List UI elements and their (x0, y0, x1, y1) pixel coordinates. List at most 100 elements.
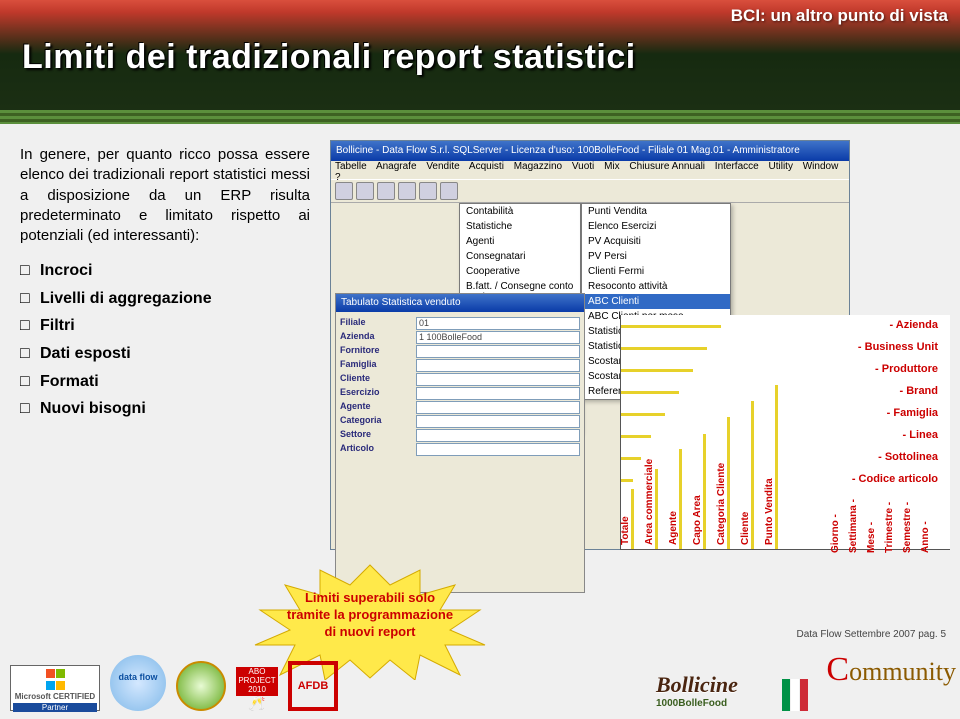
dim-y-label: - Codice articolo (852, 473, 938, 485)
dim-time-label: Trimestre - (884, 502, 895, 553)
dim-y-label: - Linea (903, 429, 938, 441)
bullet-filtri: Filtri (20, 315, 310, 337)
menuitem-consegnatari[interactable]: Consegnatari (460, 249, 580, 264)
menu-chiusure[interactable]: Chiusure Annuali (629, 161, 705, 172)
dataflow-logo: data flow (110, 655, 166, 711)
dim-x-label: Punto Vendita (764, 478, 775, 545)
dim-y-bar (621, 413, 665, 416)
toolbar-icon[interactable] (377, 182, 395, 200)
header-corner-text: BCI: un altro punto di vista (731, 6, 948, 26)
submenuitem-elenco[interactable]: Elenco Esercizi (582, 219, 730, 234)
dim-x-label: Capo Area (692, 495, 703, 545)
label-azienda: Azienda (340, 331, 412, 344)
label-settore: Settore (340, 429, 412, 442)
field-categoria[interactable] (416, 415, 580, 428)
dim-x-label: Agente (668, 511, 679, 545)
menuitem-cooperative[interactable]: Cooperative (460, 264, 580, 279)
intro-paragraph: In genere, per quanto ricco possa essere… (20, 145, 310, 246)
filter-panel: Tabulato Statistica venduto Filiale 01 Az… (335, 293, 585, 593)
toolbar-icon[interactable] (398, 182, 416, 200)
dim-time-label: Semestre - (902, 502, 913, 553)
toolbar-icon[interactable] (335, 182, 353, 200)
dim-x-bar (655, 469, 658, 549)
submenuitem-acquisiti[interactable]: PV Acquisiti (582, 234, 730, 249)
panel-title: Tabulato Statistica venduto (336, 294, 584, 312)
dim-y-bar (621, 369, 693, 372)
label-categoria: Categoria (340, 415, 412, 428)
dim-y-bar (621, 435, 651, 438)
field-agente[interactable] (416, 401, 580, 414)
bullet-dati: Dati esposti (20, 343, 310, 365)
menuitem-agenti[interactable]: Agenti (460, 234, 580, 249)
abo-logo: ABO PROJECT 2010 🥂 (236, 667, 278, 711)
dim-time-label: Mese - (866, 522, 877, 553)
field-settore[interactable] (416, 429, 580, 442)
label-fornitore: Fornitore (340, 345, 412, 358)
body-text-block: In genere, per quanto ricco possa essere… (20, 145, 310, 426)
label-articolo: Articolo (340, 443, 412, 456)
field-famiglia[interactable] (416, 359, 580, 372)
community-text: Community (826, 651, 956, 689)
dim-y-bar (621, 325, 721, 328)
dim-x-bar (703, 434, 706, 549)
menuitem-statistiche[interactable]: Statistiche (460, 219, 580, 234)
submenuitem-persi[interactable]: PV Persi (582, 249, 730, 264)
submenuitem-fermi[interactable]: Clienti Fermi (582, 264, 730, 279)
dim-x-bar (751, 401, 754, 549)
bullet-incroci: Incroci (20, 260, 310, 282)
starburst-line3: di nuovi report (230, 624, 510, 641)
menu-vendite[interactable]: Vendite (426, 161, 459, 172)
dim-y-bar (621, 457, 641, 460)
dim-time-label: Anno - (920, 521, 931, 553)
menu-magazzino[interactable]: Magazzino (514, 161, 562, 172)
field-fornitore[interactable] (416, 345, 580, 358)
bullet-livelli: Livelli di aggregazione (20, 288, 310, 310)
toolbar-icon[interactable] (356, 182, 374, 200)
footer-logos: Microsoft CERTIFIED Partner data flow AB… (10, 655, 338, 711)
dim-y-bar (621, 347, 707, 350)
menu-window[interactable]: Window (803, 161, 839, 172)
menu-vuoti[interactable]: Vuoti (572, 161, 594, 172)
menuitem-contabilita[interactable]: Contabilità (460, 204, 580, 219)
footer-right: Data Flow Settembre 2007 pag. 5 Bollicin… (656, 629, 956, 715)
dim-x-label: Totale (620, 516, 631, 545)
menu-anagrafe[interactable]: Anagrafe (376, 161, 417, 172)
field-filiale[interactable]: 01 (416, 317, 580, 330)
field-articolo[interactable] (416, 443, 580, 456)
dim-y-label: - Brand (900, 385, 939, 397)
dim-x-label: Area commerciale (644, 459, 655, 545)
submenuitem-resoconto[interactable]: Resoconto attività (582, 279, 730, 294)
bullet-bisogni: Nuovi bisogni (20, 398, 310, 420)
label-famiglia: Famiglia (340, 359, 412, 372)
menu-mix[interactable]: Mix (604, 161, 620, 172)
starburst-line1: Limiti superabili solo (230, 590, 510, 607)
dimension-chart: - Azienda- Business Unit- Produttore- Br… (620, 315, 950, 550)
menu-utility[interactable]: Utility (769, 161, 793, 172)
label-esercizio: Esercizio (340, 387, 412, 400)
dim-y-bar (621, 391, 679, 394)
submenuitem-abc-clienti[interactable]: ABC Clienti (582, 294, 730, 309)
label-agente: Agente (340, 401, 412, 414)
dim-x-label: Categoria Cliente (716, 463, 727, 545)
toolbar-icon[interactable] (440, 182, 458, 200)
toolbar-icon[interactable] (419, 182, 437, 200)
bullet-formati: Formati (20, 371, 310, 393)
app-menubar[interactable]: Tabelle Anagrafe Vendite Acquisti Magazz… (331, 161, 849, 179)
menu-acquisti[interactable]: Acquisti (469, 161, 504, 172)
dim-y-label: - Azienda (890, 319, 939, 331)
field-esercizio[interactable] (416, 387, 580, 400)
dim-time-label: Giorno - (830, 514, 841, 553)
submenuitem-pv[interactable]: Punti Vendita (582, 204, 730, 219)
bollicine-text: Bollicine (656, 672, 806, 698)
dim-time-label: Settimana - (848, 499, 859, 553)
green-badge-logo (176, 661, 226, 711)
page-number: Data Flow Settembre 2007 pag. 5 (796, 629, 946, 640)
menu-tabelle[interactable]: Tabelle (335, 161, 367, 172)
starburst-line2: tramite la programmazione (230, 607, 510, 624)
slide-title: Limiti dei tradizionali report statistic… (22, 38, 636, 77)
label-filiale: Filiale (340, 317, 412, 330)
field-cliente[interactable] (416, 373, 580, 386)
field-azienda[interactable]: 1 100BolleFood (416, 331, 580, 344)
dim-x-bar (679, 449, 682, 549)
menu-interfacce[interactable]: Interfacce (715, 161, 759, 172)
